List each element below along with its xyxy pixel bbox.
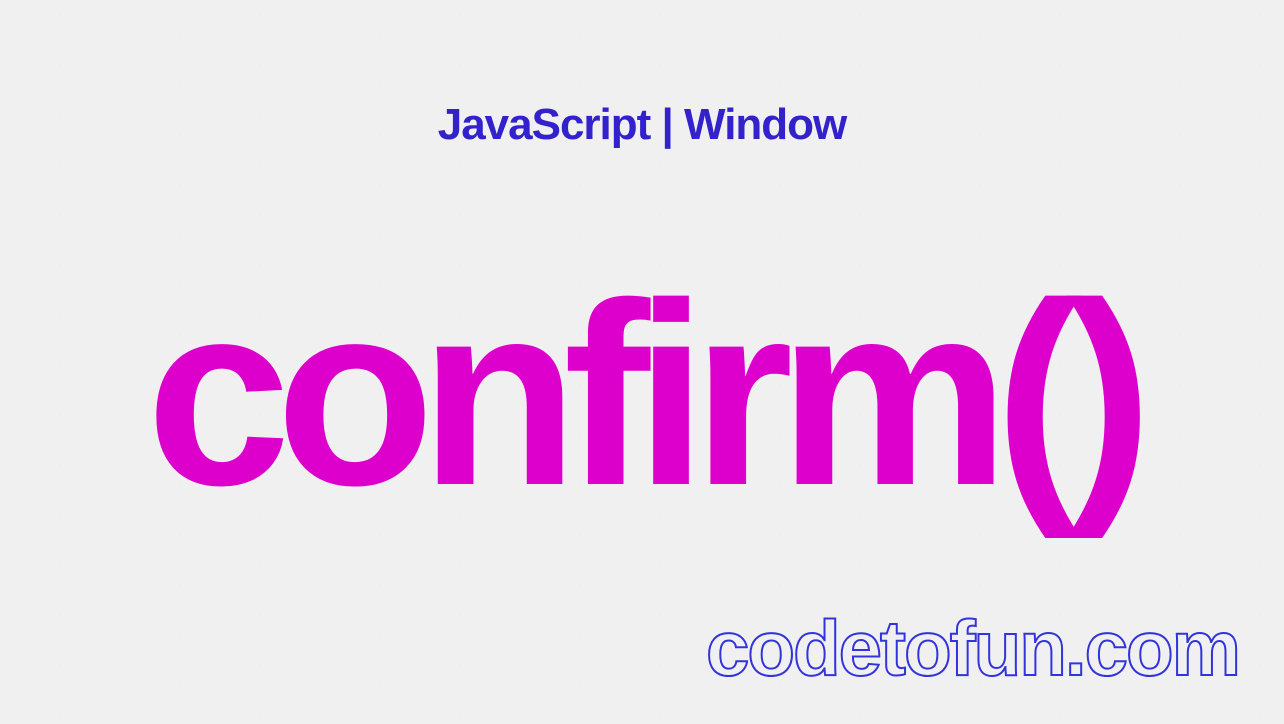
method-name: confirm() bbox=[146, 265, 1138, 525]
website-branding: codetofun.com bbox=[706, 603, 1239, 694]
category-title: JavaScript | Window bbox=[438, 100, 847, 150]
